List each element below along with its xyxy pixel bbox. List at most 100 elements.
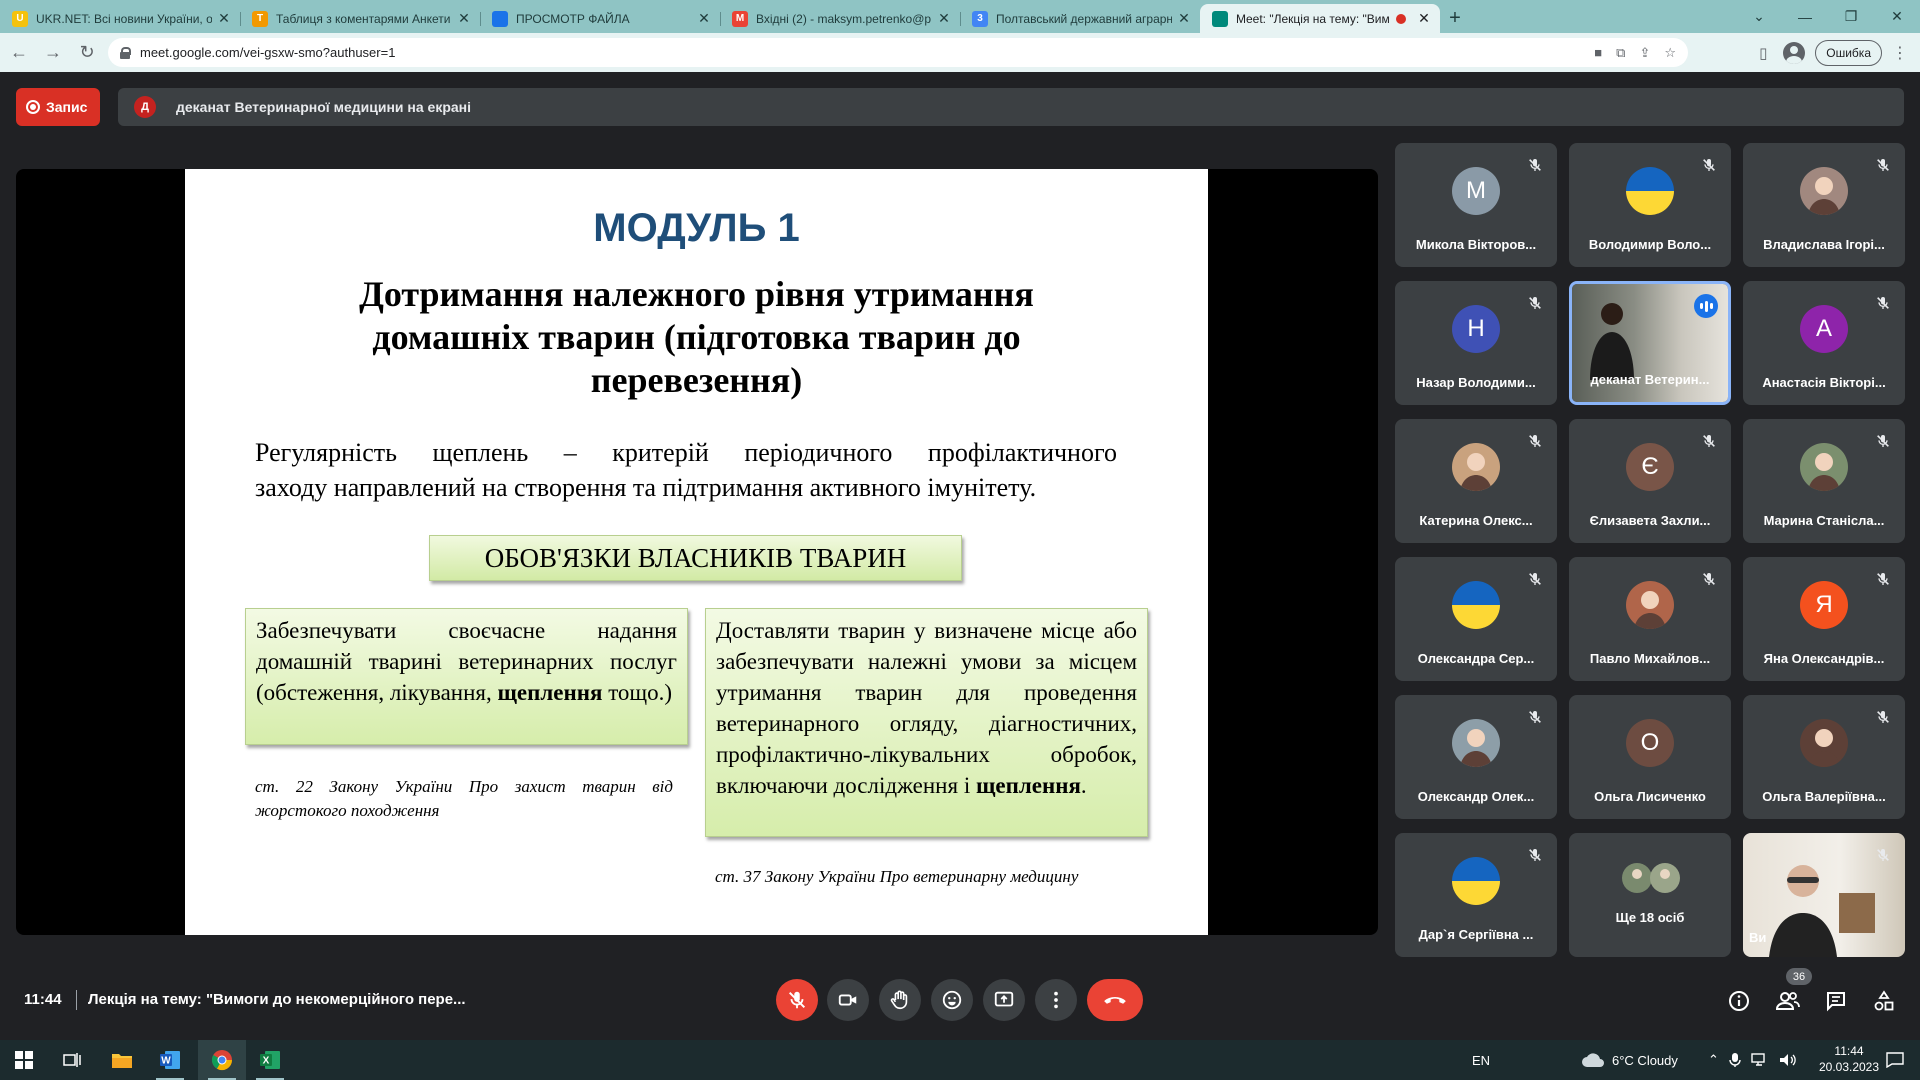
browser-menu-icon[interactable]: ⋮ [1892,43,1908,63]
participant-avatar: М [1452,167,1500,215]
emoji-icon [942,990,962,1010]
profile-error-button[interactable]: Ошибка [1815,39,1882,66]
taskbar-date: 20.03.2023 [1818,1060,1880,1074]
microphone-icon[interactable] [1729,1052,1741,1068]
participant-tile[interactable]: Ви [1743,833,1905,957]
tab-close-icon[interactable]: ✕ [696,10,712,27]
participant-avatar: Є [1626,443,1674,491]
participant-tile[interactable]: Ольга Валеріївна... [1743,695,1905,819]
tab-close-icon[interactable]: ✕ [1176,10,1192,27]
excel-button[interactable]: X [246,1040,294,1080]
tab-4[interactable]: 3 Полтавський державний аграрн ✕ [960,4,1200,33]
minimize-button[interactable]: — [1782,9,1828,25]
participant-name: Ольга Лисиченко [1594,789,1706,804]
meeting-details-button[interactable] [1726,988,1752,1014]
language-indicator[interactable]: EN [1472,1040,1490,1080]
hand-icon [890,990,908,1010]
participant-tile[interactable]: Володимир Воло... [1569,143,1731,267]
back-button[interactable]: ← [4,38,34,68]
tab-3[interactable]: M Вхідні (2) - maksym.petrenko@p ✕ [720,4,960,33]
reload-button[interactable]: ↻ [72,38,102,68]
people-button[interactable] [1775,988,1801,1014]
tab-close-icon[interactable]: ✕ [936,10,952,27]
camera-button[interactable] [827,979,869,1021]
forward-button[interactable]: → [38,38,68,68]
reactions-button[interactable] [931,979,973,1021]
raise-hand-button[interactable] [879,979,921,1021]
task-view-button[interactable] [48,1040,96,1080]
participant-tile[interactable]: Марина Станісла... [1743,419,1905,543]
taskbar-clock[interactable]: 11:44 20.03.2023 [1816,1043,1882,1075]
address-bar[interactable]: meet.google.com/vei-gsxw-smo?authuser=1 … [108,38,1688,67]
chat-button[interactable] [1823,988,1849,1014]
participant-tile[interactable]: Ще 18 осіб [1569,833,1731,957]
microphone-off-button[interactable] [776,979,818,1021]
participant-tile[interactable]: М Микола Вікторов... [1395,143,1557,267]
participant-name: Яна Олександрів... [1763,651,1885,666]
mic-off-icon [1703,573,1715,585]
profile-avatar[interactable] [1783,41,1806,64]
tab-close-icon[interactable]: ✕ [216,10,232,27]
participant-tile[interactable]: Н Назар Володими... [1395,281,1557,405]
chrome-button[interactable] [198,1040,246,1080]
participant-tile[interactable]: Я Яна Олександрів... [1743,557,1905,681]
camera-in-use-icon[interactable]: ■ [1594,45,1602,60]
network-icon[interactable] [1751,1053,1769,1067]
windows-taskbar: W X EN 6°C Cloudy ⌃ 11:44 20.03.2023 [0,1040,1920,1080]
word-button[interactable]: W [146,1040,194,1080]
mic-off-icon [1877,573,1889,585]
participant-avatar: О [1626,719,1674,767]
present-screen-button[interactable] [983,979,1025,1021]
tab-0[interactable]: U UKR.NET: Всі новини України, ос ✕ [0,4,240,33]
participant-tile[interactable]: Олександра Сер... [1395,557,1557,681]
participant-tile[interactable]: Олександр Олек... [1395,695,1557,819]
info-icon [1729,991,1749,1011]
mic-off-icon [1703,435,1715,447]
new-tab-button[interactable]: + [1440,4,1470,33]
tab-close-icon[interactable]: ✕ [1416,10,1432,27]
slide-paragraph-line2: заходу направлений на створення та підтр… [255,473,1037,502]
leave-call-button[interactable] [1087,979,1143,1021]
close-window-button[interactable]: ✕ [1874,8,1920,25]
more-options-button[interactable] [1035,979,1077,1021]
tab-close-icon[interactable]: ✕ [456,10,472,27]
chevron-up-icon[interactable]: ⌃ [1708,1052,1719,1068]
weather-widget[interactable]: 6°C Cloudy [1580,1040,1678,1080]
participant-name: Микола Вікторов... [1415,237,1537,252]
folder-icon [112,1054,132,1068]
system-tray: ⌃ [1708,1040,1797,1080]
activities-button[interactable] [1871,988,1897,1014]
mic-off-icon [1529,435,1541,447]
lock-icon[interactable] [120,46,131,59]
tab-search-icon[interactable]: ⌄ [1736,8,1782,25]
start-button[interactable] [0,1040,48,1080]
participant-tile[interactable]: Владислава Ігорі... [1743,143,1905,267]
recording-indicator[interactable]: Запис [16,88,100,126]
file-explorer-button[interactable] [98,1040,146,1080]
participant-tile[interactable]: Катерина Олекс... [1395,419,1557,543]
tab-title: UKR.NET: Всі новини України, ос [36,11,212,26]
tab-2[interactable]: ПРОСМОТР ФАЙЛА ✕ [480,4,720,33]
participant-tile[interactable]: О Ольга Лисиченко [1569,695,1731,819]
participant-tile[interactable]: Є Єлизавета Захли... [1569,419,1731,543]
participant-tile[interactable]: деканат Ветерин... [1569,281,1731,405]
restore-button[interactable]: ❐ [1828,8,1874,25]
cloud-icon [1582,1053,1604,1067]
volume-icon[interactable] [1779,1053,1797,1067]
side-panel-icon[interactable]: ▯ [1753,43,1773,63]
slide-box-right-text: Доставляти тварин у визначене місце або … [716,618,1137,798]
presenter-banner: Д деканат Ветеринарної медицини на екран… [118,88,1904,126]
tab-active[interactable]: Meet: "Лекція на тему: "Вим ✕ [1200,4,1440,33]
slide-box-right: Доставляти тварин у визначене місце або … [705,608,1148,837]
presenter-avatar: Д [134,96,156,118]
activities-icon [1874,990,1894,1011]
notifications-button[interactable] [1886,1040,1904,1080]
translate-icon[interactable]: ⧉ [1616,45,1625,61]
word-icon: W [160,1051,180,1069]
participant-tile[interactable]: А Анастасія Вікторі... [1743,281,1905,405]
tab-1[interactable]: Т Таблиця з коментарями Анкети ✕ [240,4,480,33]
participant-tile[interactable]: Павло Михайлов... [1569,557,1731,681]
participant-tile[interactable]: Дар`я Сергіївна ... [1395,833,1557,957]
bookmark-star-icon[interactable]: ☆ [1664,45,1676,61]
share-icon[interactable]: ⇪ [1639,45,1650,61]
